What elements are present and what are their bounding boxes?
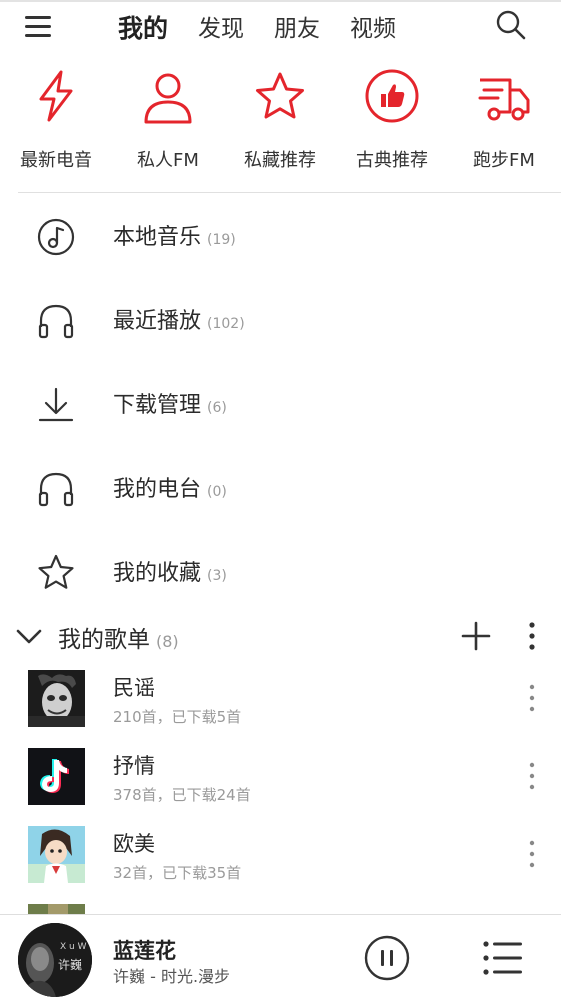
person-icon <box>140 68 196 124</box>
more-vertical-icon <box>529 840 535 868</box>
playlist-info: 210首，已下载5首 <box>113 708 242 726</box>
quick-item-private-picks[interactable]: 私藏推荐 <box>224 64 336 178</box>
library-item-local-music[interactable]: 本地音乐 (19) <box>0 193 561 277</box>
pause-icon <box>364 935 410 981</box>
playlist-name: 民谣 <box>113 676 155 700</box>
tab-video[interactable]: 视频 <box>350 12 396 46</box>
playlist-info: 378首，已下载24首 <box>113 786 251 804</box>
chevron-down-icon[interactable] <box>14 624 44 648</box>
playlist-cover-anime-girl <box>28 826 85 883</box>
library-item-label: 下载管理 <box>113 393 202 418</box>
library-item-label: 本地音乐 <box>113 225 202 250</box>
playlists-more-button[interactable] <box>522 620 542 652</box>
playlist-more-button[interactable] <box>522 760 542 792</box>
playlist-queue-button[interactable] <box>482 937 524 979</box>
main-tabs: 我的 发现 朋友 视频 <box>118 12 426 46</box>
quick-item-running-fm[interactable]: 跑步FM <box>448 64 560 178</box>
queue-list-icon <box>483 941 522 975</box>
playlist-more-button[interactable] <box>522 682 542 714</box>
library-item-my-radio[interactable]: 我的电台 (0) <box>0 445 561 529</box>
top-navigation-bar: 我的 发现 朋友 视频 <box>0 2 561 56</box>
playlist-name: 抒情 <box>113 754 155 778</box>
now-playing-subtitle: 许巍 - 时光.漫步 <box>113 967 231 986</box>
music-note-icon <box>36 217 76 257</box>
playlists-count: (8) <box>156 632 179 651</box>
add-playlist-button[interactable] <box>460 620 492 652</box>
library-item-count: (19) <box>207 232 236 248</box>
tab-mine[interactable]: 我的 <box>118 12 168 46</box>
library-item-text: 本地音乐 (19) <box>113 219 236 251</box>
svg-text:X u W: X u W <box>60 942 87 952</box>
tab-friends[interactable]: 朋友 <box>274 12 320 46</box>
quick-item-label: 最新电音 <box>20 150 92 171</box>
playlist-info: 32首，已下载35首 <box>113 864 242 882</box>
library-item-favorites[interactable]: 我的收藏 (3) <box>0 529 561 613</box>
now-playing-title: 蓝莲花 <box>113 939 176 963</box>
library-item-text: 我的收藏 (3) <box>113 555 227 587</box>
quick-access-row: 最新电音 私人FM 私藏推荐 古典推荐 跑步FM <box>0 64 561 178</box>
quick-item-new-electronic[interactable]: 最新电音 <box>0 64 112 178</box>
headphones-icon <box>36 469 76 509</box>
quick-item-label: 跑步FM <box>473 150 535 171</box>
library-item-count: (102) <box>207 316 245 332</box>
library-item-label: 我的收藏 <box>113 561 202 586</box>
library-item-downloads[interactable]: 下载管理 (6) <box>0 361 561 445</box>
quick-item-label: 古典推荐 <box>356 150 428 171</box>
playlists-section-header: 我的歌单 (8) <box>0 614 561 658</box>
playlist-item-western[interactable]: 欧美 32首，已下载35首 <box>0 826 561 898</box>
playlist-item-folk[interactable]: 民谣 210首，已下载5首 <box>0 670 561 742</box>
library-item-text: 下载管理 (6) <box>113 387 227 419</box>
quick-item-label: 私人FM <box>137 150 199 171</box>
playlist-item-partial[interactable] <box>0 904 561 914</box>
star-icon <box>252 68 308 124</box>
library-item-count: (0) <box>207 484 227 500</box>
plus-icon <box>461 621 491 651</box>
more-vertical-icon <box>529 684 535 712</box>
download-icon <box>36 385 76 425</box>
star-outline-icon <box>36 553 76 593</box>
thumbs-up-icon <box>364 68 420 124</box>
quick-item-classical-picks[interactable]: 古典推荐 <box>336 64 448 178</box>
library-item-recent[interactable]: 最近播放 (102) <box>0 277 561 361</box>
playlist-item-lyrical[interactable]: 抒情 378首，已下载24首 <box>0 748 561 820</box>
headphones-icon <box>36 301 76 341</box>
quick-item-label: 私藏推荐 <box>244 150 316 171</box>
tab-discover[interactable]: 发现 <box>198 12 244 46</box>
library-item-label: 最近播放 <box>113 309 202 334</box>
library-item-text: 我的电台 (0) <box>113 471 227 503</box>
playlists-section-title[interactable]: 我的歌单 (8) <box>58 620 179 654</box>
playlist-cover-partial <box>28 904 85 914</box>
playlist-name: 欧美 <box>113 832 155 856</box>
now-playing-bar[interactable]: X u W 许巍 蓝莲花 许巍 - 时光.漫步 <box>0 914 561 1001</box>
library-item-count: (3) <box>207 568 227 584</box>
cover-lettering: 许巍 <box>58 958 82 972</box>
library-item-text: 最近播放 (102) <box>113 303 245 335</box>
playlist-cover-joker <box>28 670 85 727</box>
quick-item-personal-fm[interactable]: 私人FM <box>112 64 224 178</box>
more-vertical-icon <box>529 622 535 650</box>
more-vertical-icon <box>529 762 535 790</box>
running-icon <box>476 68 532 124</box>
lightning-icon <box>28 68 84 124</box>
playlist-more-button[interactable] <box>522 838 542 870</box>
now-playing-cover[interactable]: X u W 许巍 <box>18 923 92 997</box>
playlist-cover-tiktok <box>28 748 85 805</box>
library-item-count: (6) <box>207 400 227 416</box>
pause-button[interactable] <box>364 935 410 981</box>
search-icon[interactable] <box>494 8 528 42</box>
hamburger-menu-icon[interactable] <box>22 12 56 42</box>
playlists-title-text: 我的歌单 <box>58 627 150 653</box>
library-item-label: 我的电台 <box>113 477 202 502</box>
